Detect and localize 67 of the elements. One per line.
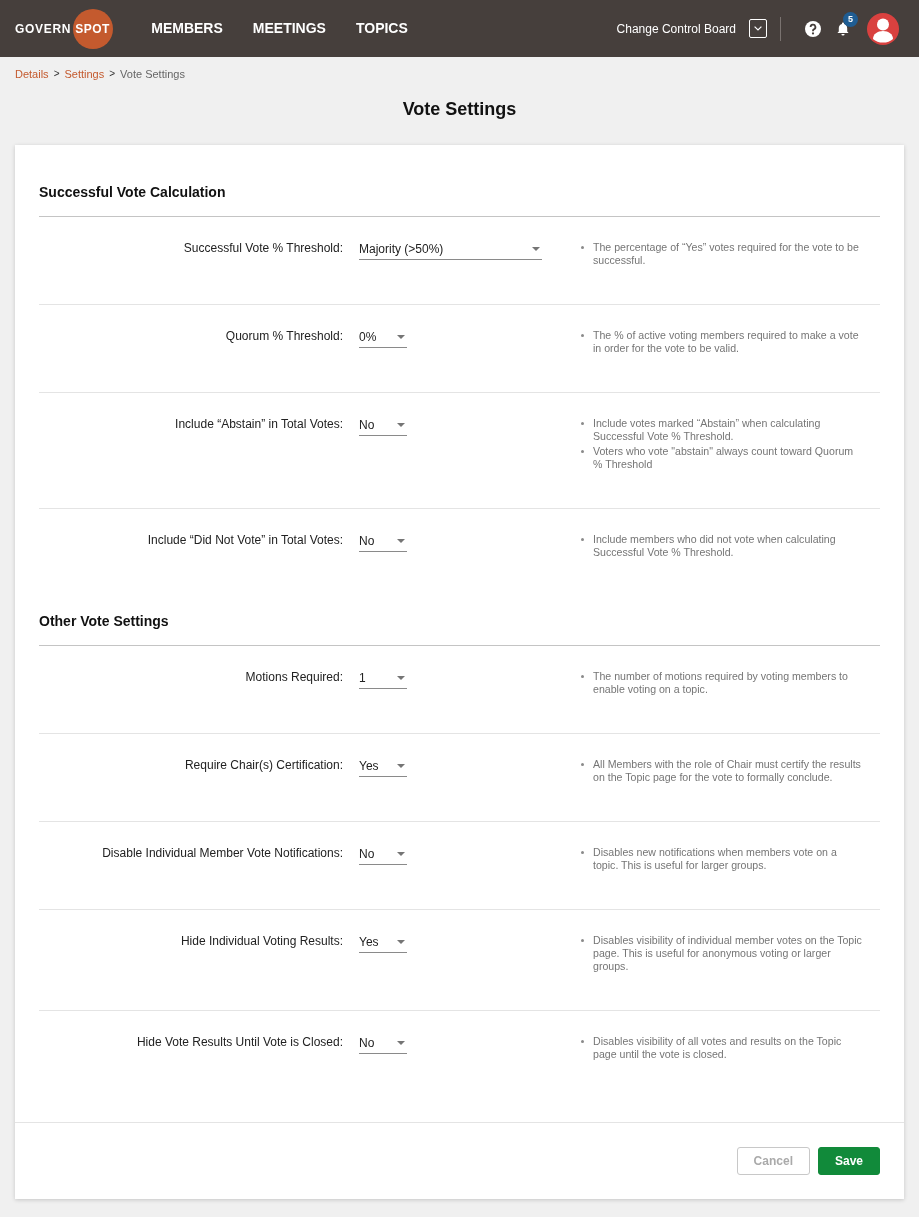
- caret-icon: [397, 676, 405, 680]
- dropdown[interactable]: 1: [359, 669, 407, 689]
- setting-description: The % of active voting members required to make a vote in order for the vote to be valid.: [593, 329, 860, 355]
- dropdown[interactable]: Yes: [359, 933, 407, 953]
- dropdown[interactable]: No: [359, 532, 407, 552]
- bell-icon[interactable]: [837, 21, 849, 36]
- setting-label: Motions Required:: [245, 669, 343, 685]
- setting-description: All Members with the role of Chair must certify the results on the Topic page for the vote to formally conclude.: [593, 758, 862, 784]
- setting-description: The number of motions required by voting members to enable voting on a topic.: [593, 670, 849, 696]
- breadcrumb-link[interactable]: Details: [15, 67, 49, 81]
- breadcrumb-separator: >: [109, 67, 116, 81]
- breadcrumb-link[interactable]: Settings: [64, 67, 105, 81]
- dropdown[interactable]: No: [359, 416, 407, 436]
- nav-link[interactable]: TOPICS: [355, 16, 408, 41]
- notification-badge: 5: [843, 11, 858, 27]
- nav-link[interactable]: MEETINGS: [252, 16, 326, 41]
- setting-description: Voters who vote "abstain" always count toward Quorum % Threshold: [593, 445, 855, 471]
- setting-label: Include “Did Not Vote” in Total Votes:: [147, 532, 343, 548]
- bullet-icon: [581, 851, 584, 854]
- page-title: Vote Settings: [402, 98, 517, 120]
- bullet-icon: [581, 1040, 584, 1043]
- help-icon[interactable]: [805, 20, 821, 37]
- setting-description: Disables visibility of individual member votes on the Topic page. This is useful for anonymous voting or larger groups.: [593, 934, 863, 973]
- caret-icon: [397, 1041, 405, 1045]
- bullet-icon: [581, 538, 584, 541]
- section-heading: Other Vote Settings: [39, 612, 170, 631]
- section-heading: Successful Vote Calculation: [39, 183, 227, 202]
- setting-label: Include “Abstain” in Total Votes:: [175, 416, 343, 432]
- caret-icon: [397, 940, 405, 944]
- setting-label: Hide Vote Results Until Vote is Closed:: [136, 1034, 343, 1050]
- caret-icon: [532, 247, 540, 251]
- bullet-icon: [581, 763, 584, 766]
- setting-label: Quorum % Threshold:: [225, 328, 343, 344]
- dropdown[interactable]: No: [359, 1034, 407, 1054]
- board-dropdown-button[interactable]: [749, 19, 767, 38]
- breadcrumb-separator: >: [53, 67, 60, 81]
- dropdown[interactable]: Majority (>50%): [359, 240, 542, 260]
- bullet-icon: [581, 450, 584, 453]
- bullet-icon: [581, 246, 584, 249]
- caret-icon: [397, 852, 405, 856]
- dropdown[interactable]: No: [359, 845, 407, 865]
- caret-icon: [397, 539, 405, 543]
- logo[interactable]: GOVERN SPOT: [15, 8, 114, 49]
- setting-description: Disables visibility of all votes and results on the Topic page until the vote is closed.: [593, 1035, 843, 1061]
- setting-description: Include votes marked “Abstain” when calculating Successful Vote % Threshold.: [593, 417, 822, 443]
- setting-description: The percentage of “Yes” votes required for the vote to be successful.: [593, 241, 860, 267]
- chevron-down-icon: [754, 26, 762, 31]
- dropdown[interactable]: 0%: [359, 328, 407, 348]
- setting-label: Disable Individual Member Vote Notifications:: [102, 845, 343, 861]
- nav-link[interactable]: MEMBERS: [151, 16, 223, 41]
- avatar-icon[interactable]: [867, 12, 899, 45]
- setting-description: Include members who did not vote when calculating Successful Vote % Threshold.: [593, 533, 837, 559]
- breadcrumb-current: Vote Settings: [120, 67, 185, 81]
- bullet-icon: [581, 939, 584, 942]
- bullet-icon: [581, 422, 584, 425]
- setting-label: Require Chair(s) Certification:: [184, 757, 343, 773]
- bullet-icon: [581, 675, 584, 678]
- primary-button[interactable]: Save: [817, 1147, 880, 1175]
- bullet-icon: [581, 334, 584, 337]
- caret-icon: [397, 764, 405, 768]
- setting-description: Disables new notifications when members vote on a topic. This is useful for larger groups.: [593, 846, 838, 872]
- setting-label: Hide Individual Voting Results:: [180, 933, 343, 949]
- setting-label: Successful Vote % Threshold:: [183, 240, 343, 256]
- caret-icon: [397, 335, 405, 339]
- board-name: Change Control Board: [616, 21, 736, 36]
- dropdown[interactable]: Yes: [359, 757, 407, 777]
- caret-icon: [397, 423, 405, 427]
